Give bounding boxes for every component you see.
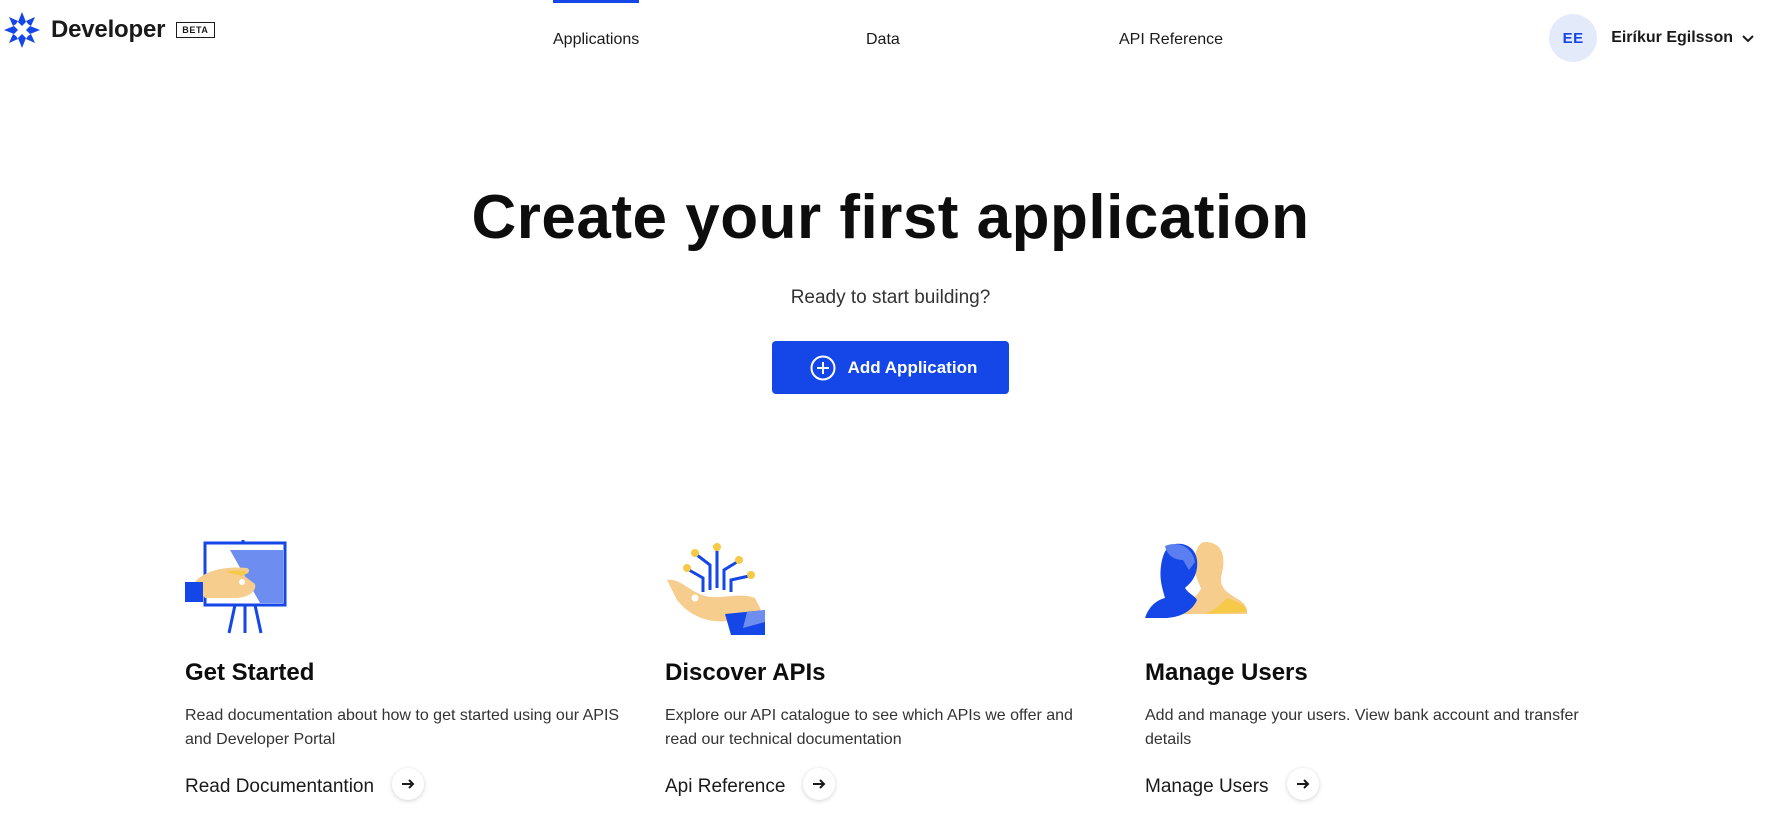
card-description: Read documentation about how to get star… (185, 707, 620, 748)
card-link-label[interactable]: Manage Users (1145, 776, 1269, 798)
hand-api-icon (665, 540, 1105, 635)
top-header: Developer BETA Applications Data API Ref… (0, 0, 1781, 76)
beta-badge: BETA (176, 22, 215, 38)
page-subtitle: Ready to start building? (790, 287, 991, 309)
read-documentation-link[interactable]: Read Documentantion (185, 768, 625, 800)
add-application-button[interactable]: Add Application (771, 341, 1010, 395)
user-name[interactable]: Eiríkur Egilsson (1611, 29, 1733, 47)
card-title: Discover APIs (665, 659, 826, 686)
star-logo-icon (4, 12, 40, 48)
users-icon (1145, 540, 1585, 635)
api-reference-link[interactable]: Api Reference (665, 768, 1105, 800)
arrow-right-icon[interactable] (392, 768, 425, 800)
presentation-easel-icon (185, 540, 625, 635)
manage-users-link[interactable]: Manage Users (1145, 768, 1585, 800)
card-link-label[interactable]: Read Documentantion (185, 776, 374, 798)
card-discover-apis: Discover APIs Explore our API catalogue … (665, 540, 1105, 800)
nav-api-reference[interactable]: API Reference (1119, 0, 1223, 76)
avatar[interactable]: EE (1549, 14, 1598, 62)
user-menu[interactable]: EE Eiríkur Egilsson (1549, 14, 1755, 62)
card-title: Manage Users (1145, 659, 1308, 686)
page-title: Create your first application (471, 183, 1310, 252)
chevron-down-icon[interactable] (1741, 31, 1755, 45)
logo-text: Developer (51, 16, 166, 43)
nav-applications[interactable]: Applications (553, 0, 640, 76)
card-description: Explore our API catalogue to see which A… (665, 707, 1073, 748)
card-link-label[interactable]: Api Reference (665, 776, 785, 798)
logo[interactable]: Developer BETA (4, 12, 215, 48)
card-description: Add and manage your users. View bank acc… (1145, 707, 1579, 748)
hero-section: Create your first application Ready to s… (0, 181, 1781, 395)
arrow-right-icon[interactable] (803, 768, 836, 800)
card-manage-users: Manage Users Add and manage your users. … (1145, 540, 1585, 800)
arrow-right-icon[interactable] (1286, 768, 1319, 800)
plus-circle-icon (810, 355, 836, 381)
add-application-label: Add Application (847, 357, 978, 377)
card-get-started: Get Started Read documentation about how… (185, 540, 625, 800)
nav-data[interactable]: Data (866, 0, 900, 76)
card-title: Get Started (185, 659, 315, 686)
